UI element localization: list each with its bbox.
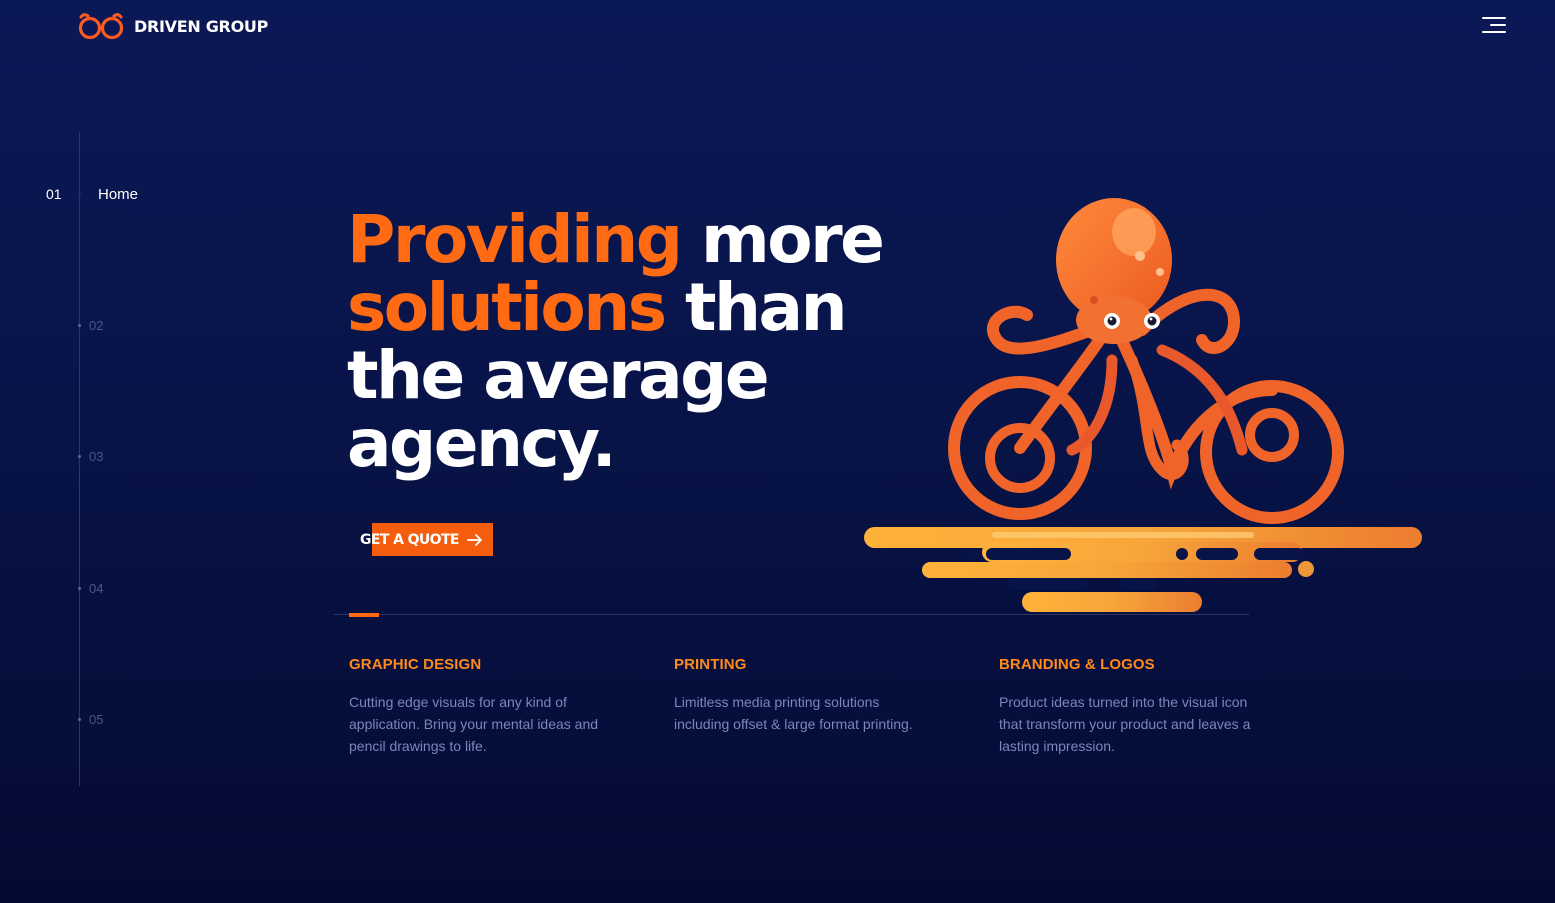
service-title: GRAPHIC DESIGN (349, 656, 482, 673)
headline-accent-2: solutions (347, 269, 667, 346)
divider-accent (349, 613, 379, 617)
button-label: GET A QUOTE (360, 531, 459, 548)
headline-rest-2: than (664, 269, 848, 346)
service-description: Limitless media printing solutions inclu… (674, 694, 913, 732)
side-nav-number: 02 (89, 318, 104, 333)
hero-headline: Providing more solutions than the averag… (347, 206, 947, 478)
service-branding-logos: BRANDING & LOGOS Product ideas turned in… (999, 656, 1259, 757)
side-nav-number: 05 (89, 712, 104, 727)
hamburger-menu-icon[interactable] (1482, 17, 1506, 35)
side-nav-number: 04 (89, 581, 104, 596)
side-nav-dot (78, 587, 81, 590)
infinity-glasses-logo-icon (78, 13, 124, 40)
side-nav-number: 01 (46, 186, 62, 202)
brand-logo[interactable]: DRIVEN GROUP (78, 11, 268, 41)
service-description: Cutting edge visuals for any kind of app… (349, 694, 599, 754)
side-nav-track (79, 132, 80, 786)
side-nav-active-dot (78, 193, 81, 196)
side-nav-dot (78, 455, 81, 458)
arrow-right-icon (466, 533, 482, 546)
service-title: BRANDING & LOGOS (999, 656, 1155, 673)
service-description: Product ideas turned into the visual ico… (999, 694, 1251, 754)
side-nav-dot (78, 324, 81, 327)
section-divider (334, 614, 1249, 615)
side-nav-label: Home (98, 186, 139, 203)
service-printing: PRINTING Limitless media printing soluti… (674, 656, 934, 735)
headline-rest-1: more (680, 201, 885, 278)
headline-line-3: the average (347, 337, 770, 414)
headline-line-4: agency. (347, 405, 617, 482)
brand-name: DRIVEN GROUP (134, 16, 269, 36)
get-a-quote-button[interactable]: GET A QUOTE (360, 523, 493, 556)
side-nav-number: 03 (89, 449, 104, 464)
side-nav-dot (78, 718, 81, 721)
service-graphic-design: GRAPHIC DESIGN Cutting edge visuals for … (349, 656, 609, 757)
octopus-bicycle-illustration (864, 198, 1422, 612)
headline-accent-1: Providing (347, 201, 683, 278)
service-title: PRINTING (674, 656, 747, 673)
